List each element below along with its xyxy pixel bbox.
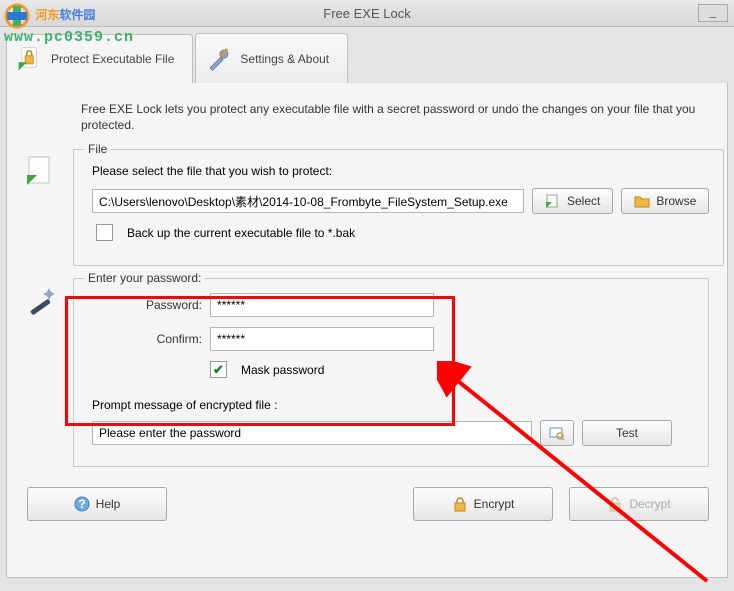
help-icon: ?: [74, 496, 90, 512]
confirm-label: Confirm:: [92, 332, 202, 346]
magic-wand-icon: [25, 284, 57, 316]
tab-protect-label: Protect Executable File: [51, 52, 174, 66]
minimize-button[interactable]: _: [698, 4, 728, 22]
lock-open-icon: [607, 496, 623, 512]
file-instruction: Please select the file that you wish to …: [92, 164, 709, 178]
window-title: Free EXE Lock: [323, 0, 410, 27]
lock-closed-icon: [452, 496, 468, 512]
encrypt-button[interactable]: Encrypt: [413, 487, 553, 521]
test-button[interactable]: Test: [582, 420, 672, 446]
file-legend: File: [84, 142, 111, 156]
encrypt-label: Encrypt: [474, 497, 515, 511]
tab-settings-label: Settings & About: [240, 52, 329, 66]
browse-label: Browse: [656, 194, 696, 208]
help-label: Help: [96, 497, 121, 511]
shield-lock-icon: [17, 46, 43, 72]
prompt-preview-button[interactable]: [540, 420, 574, 446]
decrypt-button[interactable]: Decrypt: [569, 487, 709, 521]
select-file-icon: [545, 193, 561, 209]
title-bar: Free EXE Lock _: [0, 0, 734, 27]
description-text: Free EXE Lock lets you protect any execu…: [81, 101, 703, 133]
decrypt-label: Decrypt: [629, 497, 670, 511]
tab-protect-executable[interactable]: Protect Executable File: [6, 34, 193, 84]
mask-password-checkbox[interactable]: [210, 361, 227, 378]
tab-settings-about[interactable]: Settings & About: [195, 33, 348, 83]
tab-strip: Protect Executable File Settings & About: [0, 27, 734, 83]
file-path-input[interactable]: [92, 189, 524, 213]
browse-button[interactable]: Browse: [621, 188, 709, 214]
password-legend: Enter your password:: [84, 271, 205, 285]
folder-icon: [634, 193, 650, 209]
wrench-screwdriver-icon: [206, 46, 232, 72]
main-panel: Free EXE Lock lets you protect any execu…: [6, 83, 728, 578]
prompt-input[interactable]: [92, 421, 532, 445]
help-button[interactable]: ? Help: [27, 487, 167, 521]
svg-text:?: ?: [78, 497, 85, 511]
password-input[interactable]: [210, 293, 434, 317]
prompt-label: Prompt message of encrypted file :: [92, 398, 694, 412]
preview-icon: [549, 425, 565, 441]
password-label: Password:: [92, 298, 202, 312]
select-button[interactable]: Select: [532, 188, 613, 214]
select-label: Select: [567, 194, 600, 208]
password-groupbox: Enter your password: Password: Confirm: …: [73, 278, 709, 467]
bottom-button-bar: ? Help Encrypt Decrypt: [25, 487, 709, 521]
file-groupbox: File Please select the file that you wis…: [73, 149, 724, 266]
document-icon: [25, 155, 57, 187]
backup-label: Back up the current executable file to *…: [127, 226, 355, 240]
confirm-input[interactable]: [210, 327, 434, 351]
mask-password-label: Mask password: [241, 363, 324, 377]
test-label: Test: [616, 426, 638, 440]
backup-checkbox[interactable]: [96, 224, 113, 241]
